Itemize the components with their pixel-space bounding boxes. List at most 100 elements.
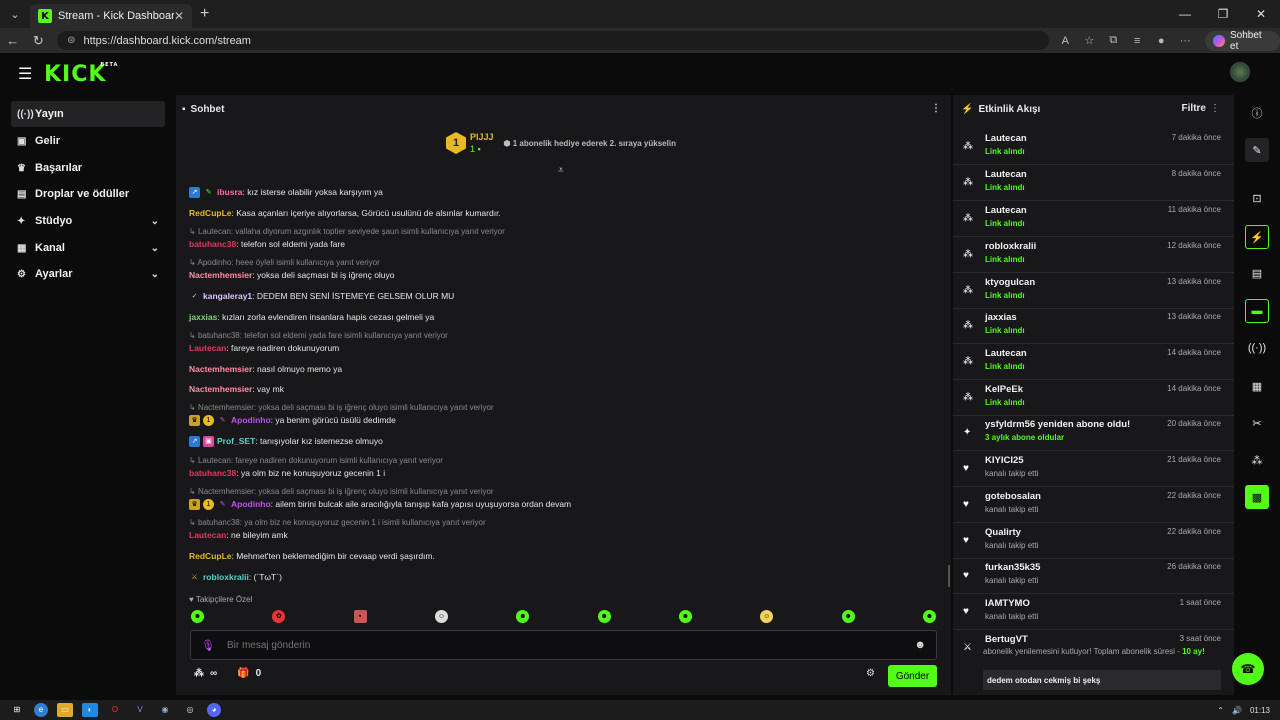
activity-item[interactable]: ⁂ KelPeEk Link alındı 14 dakika önce bbox=[953, 380, 1234, 416]
activity-item[interactable]: ⁂ Lautecan Link alındı 14 dakika önce bbox=[953, 344, 1234, 380]
reload-icon[interactable]: ↻ bbox=[26, 28, 52, 53]
chat-menu-icon[interactable]: ⋮ bbox=[931, 103, 941, 114]
chat-username[interactable]: Nactemhemsier bbox=[189, 384, 252, 394]
sidebar-item-studyo[interactable]: ✦ Stüdyo ⌄ bbox=[11, 208, 165, 234]
notes-icon[interactable]: ▤ bbox=[1245, 261, 1269, 285]
explorer-icon[interactable]: ▭ bbox=[57, 703, 73, 717]
steam-icon[interactable]: ◉ bbox=[157, 703, 173, 717]
chat-username[interactable]: RedCupLe bbox=[189, 551, 232, 561]
clapperboard-icon[interactable]: ▩ bbox=[1245, 485, 1269, 509]
activity-item[interactable]: ⁂ Lautecan Link alındı 11 dakika önce bbox=[953, 201, 1234, 237]
activity-item[interactable]: ♥ KIYICI25 kanalı takip etti 21 dakika önce bbox=[953, 451, 1234, 487]
sidebar-item-gelir[interactable]: ▣ Gelir bbox=[11, 128, 165, 154]
sidebar-item-ayarlar[interactable]: ⚙ Ayarlar ⌄ bbox=[11, 261, 165, 287]
url-field[interactable]: ⊜ https://dashboard.kick.com/stream bbox=[57, 31, 1050, 50]
tab-list-icon[interactable]: ⌄ bbox=[4, 3, 26, 25]
volume-icon[interactable]: 🔊 bbox=[1232, 706, 1242, 715]
minimize-icon[interactable]: — bbox=[1166, 0, 1204, 28]
activity-item[interactable]: ⁂ robloxkralii Link alındı 12 dakika önce bbox=[953, 237, 1234, 273]
chrome-icon[interactable]: ◎ bbox=[182, 703, 198, 717]
activity-menu-icon[interactable]: ⋮ bbox=[1210, 103, 1220, 114]
chat-username[interactable]: Lautecan bbox=[189, 530, 226, 540]
activity-item[interactable]: ♥ IAMTYMO kanalı takip etti 1 saat önce bbox=[953, 594, 1234, 630]
microphone-icon[interactable]: 🎙 bbox=[201, 639, 215, 652]
emoji-icon[interactable]: ☻ bbox=[914, 639, 926, 651]
kick-logo[interactable]: KICK BETA bbox=[44, 62, 117, 87]
sidebar-item-droplar[interactable]: ▤ Droplar ve ödüller bbox=[11, 181, 165, 207]
chat-icon[interactable]: ▬ bbox=[1245, 299, 1269, 323]
edge-icon[interactable]: e bbox=[34, 703, 48, 717]
discord-icon[interactable]: ◕ bbox=[207, 703, 221, 717]
layout-icon[interactable]: ▦ bbox=[1245, 374, 1269, 398]
more-icon[interactable]: ··· bbox=[1173, 35, 1197, 47]
emote[interactable]: ☻ bbox=[191, 610, 204, 623]
chat-username[interactable]: kangaleray1 bbox=[203, 291, 252, 301]
activity-item[interactable]: ⁂ jaxxias Link alındı 13 dakika önce bbox=[953, 308, 1234, 344]
activity-item[interactable]: ♥ furkan35k35 kanalı takip etti 26 dakika ö… bbox=[953, 558, 1234, 594]
sidebar-item-yayin[interactable]: ((·)) Yayın bbox=[11, 101, 165, 127]
window-close-icon[interactable]: ✕ bbox=[1242, 0, 1280, 28]
chat-username[interactable]: robloxkralii bbox=[203, 572, 249, 582]
chat-username[interactable]: ibusra bbox=[217, 187, 243, 197]
chat-username[interactable]: jaxxias bbox=[189, 312, 217, 322]
emote[interactable]: ☻ bbox=[678, 610, 692, 623]
chat-username[interactable]: Prof_SET bbox=[217, 436, 255, 446]
emote[interactable]: ☺ bbox=[760, 610, 774, 623]
back-icon[interactable]: ← bbox=[0, 28, 26, 53]
help-icon[interactable]: ☎ bbox=[1232, 653, 1264, 685]
gift-icon[interactable]: 🎁 bbox=[237, 668, 249, 679]
app-icon[interactable]: V bbox=[132, 703, 148, 717]
edge-blue-icon[interactable]: ◐ bbox=[82, 703, 98, 717]
message-input[interactable] bbox=[226, 639, 907, 651]
restore-icon[interactable]: ❐ bbox=[1204, 0, 1242, 28]
filter-button[interactable]: Filtre bbox=[1182, 103, 1206, 114]
chat-username[interactable]: Apodinho bbox=[231, 415, 271, 425]
favorite-icon[interactable]: ☆ bbox=[1077, 34, 1101, 47]
people-icon[interactable]: ⁂ bbox=[1245, 448, 1269, 472]
profile-icon[interactable]: ● bbox=[1149, 35, 1173, 47]
read-aloud-icon[interactable]: A bbox=[1053, 35, 1077, 47]
sidebar-item-basarilar[interactable]: ♛ Başarılar bbox=[11, 155, 165, 181]
clock[interactable]: 01:13 bbox=[1250, 706, 1270, 715]
browser-tab[interactable]: K Stream - Kick Dashboard ✕ bbox=[30, 4, 192, 28]
emote[interactable]: ☺ bbox=[434, 610, 448, 623]
wrench-icon[interactable]: ✂ bbox=[1245, 411, 1269, 435]
chat-username[interactable]: Apodinho bbox=[231, 499, 271, 509]
chat-username[interactable]: Nactemhemsier bbox=[189, 364, 252, 374]
gift-leaderboard[interactable]: 1 PIJJJ 1 ▪ ⬢ 1 abonelik hediye ederek 2… bbox=[446, 131, 676, 155]
camera-icon[interactable]: ⊡ bbox=[1245, 186, 1269, 210]
emote[interactable]: ✿ bbox=[272, 610, 286, 623]
activity-item[interactable]: ⁂ ktyogulcan Link alındı 13 dakika önce bbox=[953, 273, 1234, 309]
lightning-icon[interactable]: ⚡ bbox=[1245, 225, 1269, 249]
site-info-icon[interactable]: ⊜ bbox=[67, 35, 75, 46]
community-icon[interactable]: ⁂ bbox=[194, 668, 204, 679]
copilot-button[interactable]: Sohbet et bbox=[1205, 30, 1280, 52]
menu-icon[interactable]: ☰ bbox=[18, 64, 32, 84]
emote[interactable]: ☻ bbox=[516, 610, 530, 623]
favorites-list-icon[interactable]: ≡ bbox=[1125, 35, 1149, 47]
activity-item[interactable]: ✦ ysfyldrm56 yeniden abone oldu! 3 aylık a… bbox=[953, 415, 1234, 451]
emote[interactable]: ☻ bbox=[922, 610, 936, 623]
collapse-pinned-icon[interactable]: ⩡ bbox=[558, 165, 564, 176]
avatar[interactable] bbox=[1230, 62, 1250, 82]
extensions-icon[interactable]: ⧉ bbox=[1101, 34, 1125, 47]
chat-username[interactable]: Nactemhemsier bbox=[189, 270, 252, 280]
emote[interactable]: ☻ bbox=[841, 610, 855, 623]
activity-item[interactable]: ♥ Qualirty kanalı takip etti 22 dakika önce bbox=[953, 523, 1234, 559]
tray-expand-icon[interactable]: ⌃ bbox=[1217, 706, 1224, 715]
chat-username[interactable]: batuhanc38 bbox=[189, 468, 236, 478]
chat-scrollbar[interactable] bbox=[948, 565, 950, 587]
chat-username[interactable]: RedCupLe bbox=[189, 208, 232, 218]
activity-item[interactable]: ⁂ Lautecan Link alındı 7 dakika önce bbox=[953, 129, 1234, 165]
chat-settings-icon[interactable]: ⚙ bbox=[866, 668, 875, 679]
send-button[interactable]: Gönder bbox=[888, 665, 937, 687]
info-icon[interactable]: ⓘ bbox=[1245, 101, 1269, 125]
close-icon[interactable]: ✕ bbox=[174, 9, 184, 23]
broadcast-icon[interactable]: ((·)) bbox=[1245, 336, 1269, 360]
emote[interactable]: ☻ bbox=[597, 610, 611, 623]
chat-username[interactable]: Lautecan bbox=[189, 343, 226, 353]
chat-username[interactable]: batuhanc38 bbox=[189, 239, 236, 249]
new-tab-icon[interactable]: + bbox=[200, 5, 209, 23]
sidebar-item-kanal[interactable]: ▦ Kanal ⌄ bbox=[11, 235, 165, 261]
opera-icon[interactable]: O bbox=[107, 703, 123, 717]
